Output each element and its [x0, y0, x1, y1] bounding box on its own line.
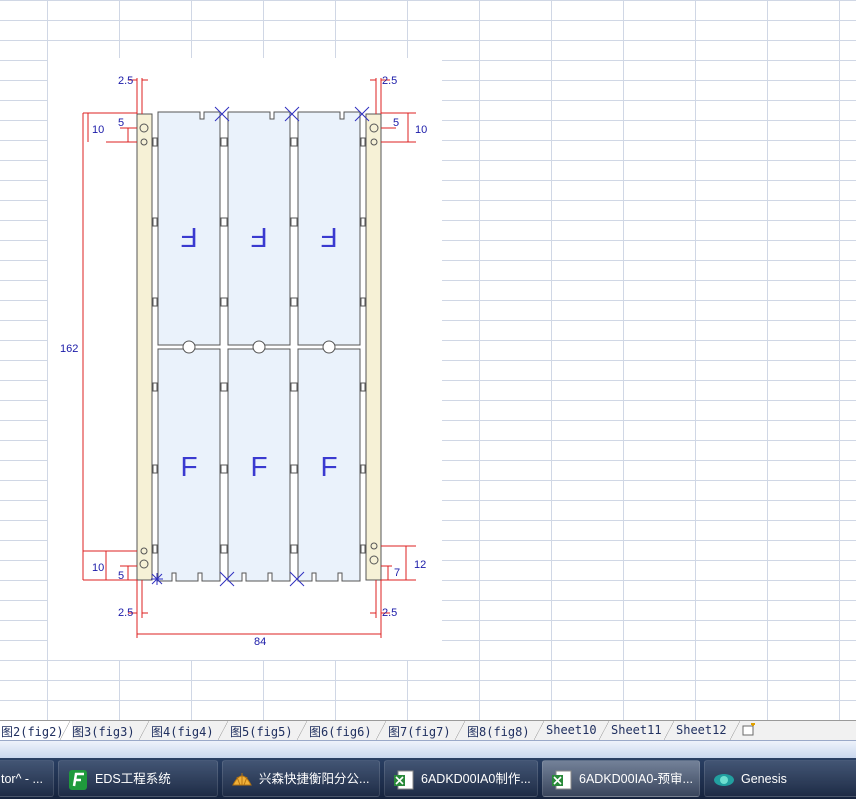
orientation-mark-top-1: F: [180, 222, 197, 253]
eds-logo-icon: [69, 770, 87, 790]
dim-left-bottom-inner: 5: [118, 570, 124, 582]
tab-fig5[interactable]: 图5(fig5): [216, 721, 301, 740]
shell-icon: [232, 773, 252, 786]
tab-fig7[interactable]: 图7(fig7): [374, 721, 459, 740]
orientation-mark-bottom-2: F: [250, 451, 267, 482]
dim-overall-height: 162: [60, 343, 78, 355]
tab-fig8[interactable]: 图8(fig8): [453, 721, 538, 740]
insert-sheet-button[interactable]: [728, 721, 762, 740]
star-mark-icon: [151, 573, 163, 585]
tab-sheet11[interactable]: Sheet11: [597, 721, 670, 740]
dim-overall-width: 84: [254, 636, 266, 648]
new-sheet-icon: [742, 722, 755, 736]
tab-fig3[interactable]: 图3(fig3): [58, 721, 143, 740]
right-rail: [365, 113, 382, 581]
taskbar-item-shell[interactable]: 兴森快捷衡阳分公...: [222, 760, 380, 797]
dim-left-bottom-outer: 10: [92, 562, 104, 574]
tab-sheet12[interactable]: Sheet12: [662, 721, 735, 740]
genesis-icon: [714, 774, 734, 786]
tab-fig6[interactable]: 图6(fig6): [295, 721, 380, 740]
taskbar-item-excel-2[interactable]: 6ADKD00IA0-预审...: [542, 760, 700, 797]
breakaway-tab: [252, 340, 266, 354]
taskbar-item-genesis[interactable]: Genesis: [704, 760, 856, 797]
excel-icon: [394, 770, 414, 790]
tab-fig4[interactable]: 图4(fig4): [137, 721, 222, 740]
dim-left-top-outer: 10: [92, 124, 104, 136]
dim-right-top-inner: 5: [393, 117, 399, 129]
excel-icon: [552, 770, 572, 790]
taskbar: tor^ - ... EDS工程系统 兴森快捷衡阳分公... 6ADKD00IA…: [0, 758, 856, 799]
status-strip: [0, 740, 856, 758]
dim-right-top-outer: 10: [415, 124, 427, 136]
orientation-mark-bottom-3: F: [320, 451, 337, 482]
dim-right-bottom-outer: 12: [414, 559, 426, 571]
sheet-tab-bar: 图2(fig2) 图3(fig3) 图4(fig4) 图5(fig5) 图6(f…: [0, 720, 856, 740]
taskbar-item-app[interactable]: tor^ - ...: [0, 760, 54, 797]
tab-sheet10[interactable]: Sheet10: [532, 721, 605, 740]
left-rail: [136, 113, 153, 581]
dim-right-bottom-inner: 7: [394, 567, 400, 579]
orientation-mark-top-3: F: [320, 222, 337, 253]
panel-drawing-svg: F F F F F F 2.5 2.5 10 5 5 10 162 10 5 1…: [60, 75, 427, 648]
orientation-mark-bottom-1: F: [180, 451, 197, 482]
breakaway-tab: [322, 340, 336, 354]
dim-right-bottom-offset: 2.5: [382, 607, 397, 619]
spreadsheet-grid[interactable]: F F F F F F 2.5 2.5 10 5 5 10 162 10 5 1…: [0, 0, 856, 720]
dim-right-top-offset: 2.5: [382, 75, 397, 87]
dim-left-bottom-offset: 2.5: [118, 607, 133, 619]
panel-drawing[interactable]: F F F F F F 2.5 2.5 10 5 5 10 162 10 5 1…: [48, 58, 442, 660]
dim-left-top-inner: 5: [118, 117, 124, 129]
taskbar-item-eds[interactable]: EDS工程系统: [58, 760, 218, 797]
orientation-mark-top-2: F: [250, 222, 267, 253]
taskbar-item-excel-1[interactable]: 6ADKD00IA0制作...: [384, 760, 538, 797]
breakaway-tab: [182, 340, 196, 354]
dim-left-top-offset: 2.5: [118, 75, 133, 87]
